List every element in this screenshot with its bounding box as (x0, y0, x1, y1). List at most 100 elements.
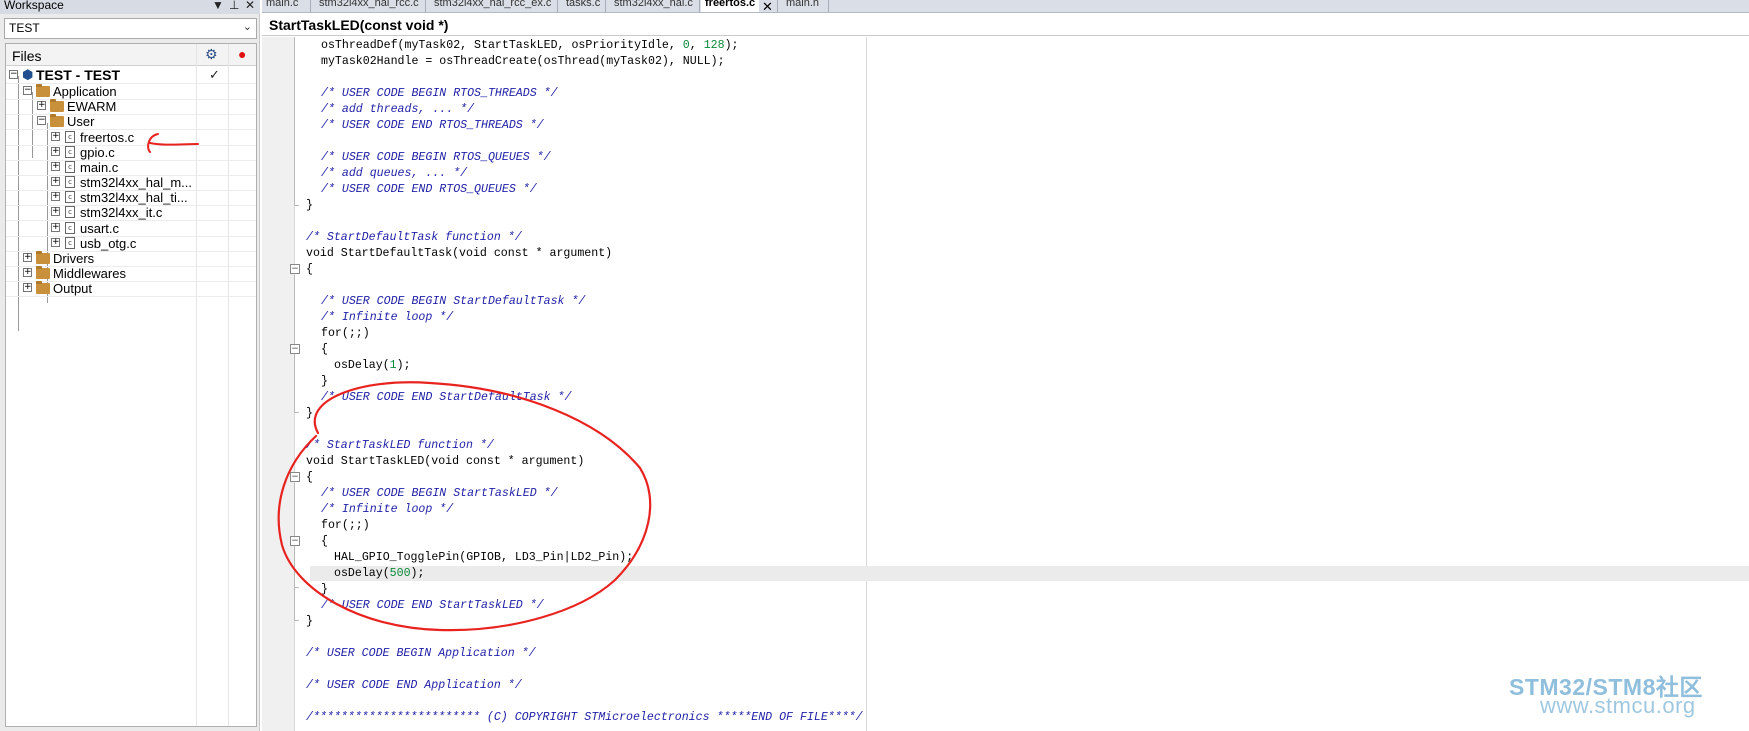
code-comment[interactable]: /* StartDefaultTask function */ (306, 230, 522, 246)
code-comment[interactable]: /* USER CODE BEGIN RTOS_QUEUES */ (321, 150, 551, 166)
code-line[interactable]: osDelay(1); (334, 358, 411, 374)
workspace-menu-icon[interactable]: ▼ (212, 0, 224, 13)
tab-stm32l4xx-hal-rcc-c[interactable]: stm32l4xx_hal_rcc.c (315, 0, 423, 9)
workspace-close-icon[interactable]: ✕ (245, 0, 255, 13)
expand-icon[interactable]: + (37, 101, 46, 110)
function-navigator[interactable]: StartTaskLED(const void *) (262, 14, 1749, 36)
right-margin-guide (866, 37, 867, 731)
code-comment[interactable]: /* USER CODE BEGIN StartDefaultTask */ (321, 294, 585, 310)
tree-row-user[interactable]: − User (6, 113, 256, 130)
code-comment[interactable]: /* USER CODE END StartDefaultTask */ (321, 390, 571, 406)
code-line[interactable]: } (321, 582, 328, 598)
collapse-icon[interactable]: − (290, 344, 300, 354)
code-line[interactable]: } (306, 614, 313, 630)
tab-main-h[interactable]: main.h (782, 0, 823, 9)
code-line[interactable]: { (306, 262, 313, 278)
fold-end-marker (294, 620, 299, 621)
code-text: osDelay( (334, 359, 390, 372)
code-comment[interactable]: /* USER CODE END StartTaskLED */ (321, 598, 544, 614)
expand-icon[interactable]: + (51, 207, 60, 216)
code-comment[interactable]: /* StartTaskLED function */ (306, 438, 494, 454)
editor-gutter[interactable] (262, 37, 295, 731)
configuration-select[interactable]: TEST ⌄ (4, 18, 257, 39)
code-line[interactable]: } (306, 198, 313, 214)
expand-icon[interactable]: + (51, 177, 60, 186)
tree-row-root[interactable]: − ⬢ TEST - TEST ✓ (6, 67, 256, 84)
code-line[interactable]: myTask02Handle = osThreadCreate(osThread… (321, 54, 725, 70)
code-comment[interactable]: /* USER CODE END Application */ (306, 678, 522, 694)
code-comment[interactable]: /* Infinite loop */ (321, 310, 453, 326)
tree-file-label: stm32l4xx_it.c (80, 205, 163, 220)
expand-icon[interactable]: + (51, 223, 60, 232)
code-comment[interactable]: /************************ (C) COPYRIGHT … (306, 710, 863, 726)
collapse-icon[interactable]: − (37, 116, 46, 125)
tree-label-ewarm: EWARM (67, 99, 117, 114)
code-number: 128 (703, 39, 725, 52)
chevron-down-icon: ⌄ (242, 21, 252, 33)
tree-file-label: freertos.c (80, 130, 135, 145)
code-comment[interactable]: /* add queues, ... */ (321, 166, 467, 182)
folder-icon (36, 281, 50, 294)
code-comment[interactable]: /* add threads, ... */ (321, 102, 474, 118)
code-comment[interactable]: /* Infinite loop */ (321, 502, 453, 518)
collapse-icon[interactable]: − (9, 70, 18, 79)
collapse-icon[interactable]: − (290, 536, 300, 546)
expand-icon[interactable]: + (23, 253, 32, 262)
expand-icon[interactable]: + (23, 283, 32, 292)
code-line[interactable]: void StartTaskLED(void const * argument) (306, 454, 584, 470)
expand-icon[interactable]: + (51, 192, 60, 201)
code-line[interactable]: } (321, 374, 328, 390)
tab-tasks-c[interactable]: tasks.c (562, 0, 604, 9)
code-line[interactable]: } (306, 406, 313, 422)
editor-pane: main.c stm32l4xx_hal_rcc.c stm32l4xx_hal… (262, 0, 1749, 731)
code-comment[interactable]: /* USER CODE BEGIN StartTaskLED */ (321, 486, 558, 502)
tab-stm32l4xx-hal-c[interactable]: stm32l4xx_hal.c (610, 0, 697, 9)
code-comment[interactable]: /* USER CODE END RTOS_THREADS */ (321, 118, 544, 134)
code-number: 1 (389, 359, 397, 372)
code-comment[interactable]: /* USER CODE BEGIN Application */ (306, 646, 536, 662)
gear-icon[interactable]: ⚙ (205, 46, 218, 63)
file-icon: c (65, 146, 75, 158)
folder-icon (36, 251, 50, 264)
fold-line (294, 37, 295, 205)
tree-file-label: stm32l4xx_hal_ti... (80, 190, 188, 205)
tree-label-output: Output (53, 281, 93, 296)
code-line[interactable]: for(;;) (321, 518, 370, 534)
tree-label-user: User (67, 114, 95, 129)
code-line[interactable]: void StartDefaultTask(void const * argum… (306, 246, 612, 262)
expand-icon[interactable]: + (23, 268, 32, 277)
tree-row-output[interactable]: + Output (6, 280, 256, 297)
code-line[interactable]: osDelay(500); (334, 566, 424, 582)
configuration-value: TEST (9, 21, 40, 35)
expand-icon[interactable]: + (51, 132, 60, 141)
fold-end-marker (294, 587, 299, 588)
expand-icon[interactable]: + (51, 147, 60, 156)
collapse-icon[interactable]: − (290, 264, 300, 274)
code-line[interactable]: { (321, 534, 328, 550)
expand-icon[interactable]: + (51, 238, 60, 247)
expand-icon[interactable]: + (51, 162, 60, 171)
workspace-pin-icon[interactable]: ⊥ (229, 0, 239, 13)
folder-icon (50, 99, 64, 112)
code-line[interactable]: { (306, 470, 313, 486)
tab-separator (777, 0, 778, 12)
code-line[interactable]: HAL_GPIO_TogglePin(GPIOB, LD3_Pin|LD2_Pi… (334, 550, 633, 566)
files-panel: Files ⚙ ● − ⬢ TEST - TEST ✓ − Applicatio… (5, 43, 257, 727)
record-dot-icon[interactable]: ● (238, 46, 246, 62)
fold-end-marker (294, 205, 299, 206)
tab-freertos-c[interactable]: freertos.c (701, 0, 760, 12)
collapse-icon[interactable]: − (290, 472, 300, 482)
tab-separator (699, 0, 700, 12)
code-line[interactable]: { (321, 342, 328, 358)
code-comment[interactable]: /* USER CODE END RTOS_QUEUES */ (321, 182, 537, 198)
folder-icon (50, 114, 64, 127)
tree-row-file[interactable]: + c stm32l4xx_it.c (6, 204, 256, 221)
code-line[interactable]: osThreadDef(myTask02, StartTaskLED, osPr… (321, 38, 738, 54)
file-icon: c (65, 131, 75, 143)
collapse-icon[interactable]: − (23, 86, 32, 95)
tab-stm32l4xx-hal-rcc-ex-c[interactable]: stm32l4xx_hal_rcc_ex.c (430, 0, 555, 9)
close-icon[interactable]: ✕ (762, 0, 773, 12)
code-comment[interactable]: /* USER CODE BEGIN RTOS_THREADS */ (321, 86, 558, 102)
tab-main-c[interactable]: main.c (262, 0, 302, 9)
code-line[interactable]: for(;;) (321, 326, 370, 342)
